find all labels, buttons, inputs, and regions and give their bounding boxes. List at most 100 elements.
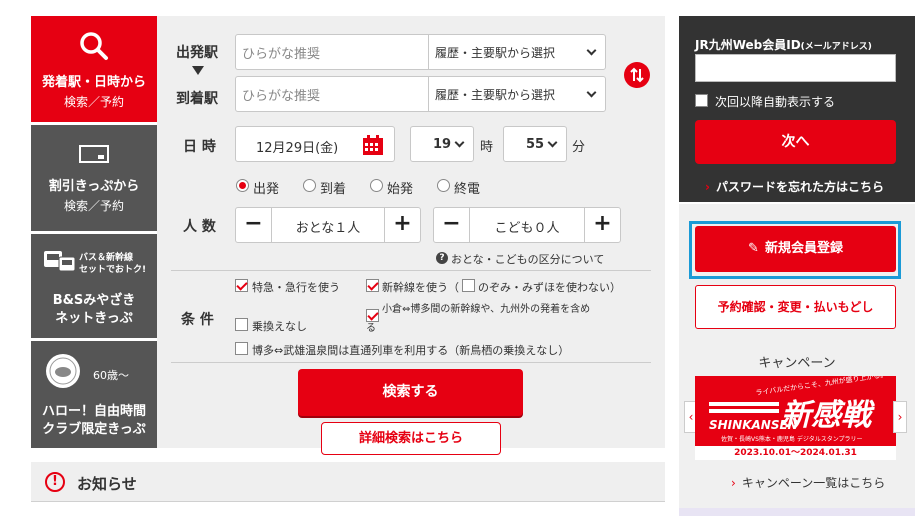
- tab-badge: 60歳〜: [93, 369, 129, 382]
- arrival-station-input[interactable]: ひらがな推奨: [235, 76, 429, 112]
- register-button[interactable]: ✎ 新規会員登録: [695, 226, 896, 272]
- member-id-input[interactable]: [695, 54, 896, 82]
- express-checkbox[interactable]: [235, 279, 248, 292]
- adult-counter: − おとな１人 +: [235, 207, 421, 243]
- tab-label-sub: ネットきっぷ: [55, 311, 133, 326]
- adult-plus-button[interactable]: +: [384, 208, 420, 242]
- chevron-down-icon: [454, 137, 465, 148]
- people-label: 人 数: [183, 219, 216, 235]
- arrival-station-select[interactable]: 履歴・主要駅から選択: [428, 76, 606, 112]
- campaign-list-text: キャンペーン一覧はこちら: [741, 476, 886, 490]
- child-counter: − こども０人 +: [433, 207, 621, 243]
- kokura-label-cont: る: [366, 323, 376, 334]
- date-picker[interactable]: 12月29日(金): [235, 126, 395, 162]
- arrow-down-icon: [192, 66, 204, 75]
- banner-stripe: [709, 409, 779, 413]
- tab-label-main: 発着駅・日時から: [41, 75, 146, 90]
- banner-dates: 2023.10.01〜2024.01.31: [695, 446, 896, 460]
- tab-discount-ticket[interactable]: 割引きっぷから 検索／予約: [31, 125, 157, 231]
- banner-en: SHINKANSEN: [709, 418, 798, 432]
- tab-label-sub: クラブ限定きっぷ: [42, 422, 146, 437]
- tab-label-main: 割引きっぷから: [48, 179, 140, 194]
- radio-first-train[interactable]: [370, 179, 383, 192]
- shinkansen-label: 新幹線を使う（: [382, 281, 459, 294]
- no-nozomi-checkbox[interactable]: [462, 279, 475, 292]
- minute-select[interactable]: 55: [503, 126, 567, 162]
- takeo-direct-checkbox[interactable]: [235, 342, 248, 355]
- forgot-password-link[interactable]: › パスワードを忘れた方はこちら: [705, 178, 884, 195]
- campaign-next-button[interactable]: ›: [893, 401, 907, 433]
- campaign-heading: キャンペーン: [758, 356, 836, 371]
- hour-unit: 時: [480, 140, 494, 155]
- banner-stripe: [709, 402, 779, 406]
- member-id-sub: (メールアドレス): [800, 42, 872, 52]
- register-label: 新規会員登録: [764, 241, 843, 256]
- chevron-down-icon: [586, 45, 597, 56]
- ticket-icon: [79, 145, 109, 163]
- help-icon: ?: [436, 252, 448, 264]
- select-label: 履歴・主要駅から選択: [435, 46, 556, 60]
- no-transfer-checkbox[interactable]: [235, 318, 248, 331]
- chevron-down-icon: [586, 87, 597, 98]
- no-transfer-label: 乗換えなし: [252, 320, 307, 333]
- tab-badge: セットでおトク!: [79, 265, 147, 275]
- radio-last-train[interactable]: [437, 179, 450, 192]
- chevron-right-icon: ›: [731, 476, 736, 490]
- swap-stations-button[interactable]: [624, 62, 650, 88]
- tab-label-sub: 検索／予約: [63, 95, 124, 109]
- minute-value: 55: [526, 137, 545, 152]
- hour-select[interactable]: 19: [410, 126, 474, 162]
- radio-label: 到着: [320, 182, 347, 197]
- conditions-label: 条 件: [181, 312, 214, 328]
- divider: [171, 362, 651, 363]
- express-label: 特急・急行を使う: [252, 281, 340, 294]
- forgot-password-text: パスワードを忘れた方はこちら: [715, 180, 884, 194]
- pencil-icon: ✎: [748, 241, 759, 256]
- tab-bs-miyazaki[interactable]: バス＆新幹線 セットでおトク! B&Sみやざき ネットきっぷ: [31, 234, 157, 338]
- tab-station-datetime-search[interactable]: 発着駅・日時から 検索／予約: [31, 16, 157, 122]
- arrival-placeholder: ひらがな推奨: [242, 89, 321, 104]
- tab-label-main: B&Sみやざき: [52, 293, 136, 308]
- takeo-direct-label: 博多⇔武雄温泉間は直通列車を利用する（新鳥栖の乗換えなし）: [252, 344, 570, 357]
- hour-value: 19: [433, 137, 452, 152]
- departure-label: 出発駅: [176, 45, 218, 61]
- divider: [171, 270, 651, 271]
- campaign-banner[interactable]: ライバルだからこそ、九州が盛り上がる。 新感戦 SHINKANSEN 佐賀・長崎…: [695, 376, 896, 460]
- member-id-title: JR九州Web会員ID: [695, 38, 801, 52]
- departure-station-input[interactable]: ひらがな推奨: [235, 34, 429, 70]
- datetime-label: 日 時: [183, 139, 216, 155]
- people-help-link[interactable]: おとな・こどもの区分について: [451, 251, 604, 267]
- no-nozomi-label: のぞみ・みずほを使わない）: [478, 281, 621, 294]
- notice-bar: ! お知らせ: [31, 462, 665, 502]
- child-minus-button[interactable]: −: [434, 208, 470, 242]
- select-label: 履歴・主要駅から選択: [435, 88, 556, 102]
- minute-unit: 分: [572, 140, 586, 155]
- shinkansen-checkbox[interactable]: [366, 279, 379, 292]
- radio-label: 出発: [253, 182, 280, 197]
- departure-station-select[interactable]: 履歴・主要駅から選択: [428, 34, 606, 70]
- swap-icon: [630, 67, 644, 83]
- tab-label-main: ハロー！自由時間: [41, 404, 146, 419]
- child-plus-button[interactable]: +: [584, 208, 620, 242]
- member-panel: ✎ 新規会員登録 予約確認・変更・払いもどし キャンペーン ‹ ライバルだからこそ…: [679, 204, 915, 516]
- departure-placeholder: ひらがな推奨: [242, 47, 321, 62]
- child-count: こども０人: [494, 221, 560, 236]
- campaign-list-link[interactable]: › キャンペーン一覧はこちら: [731, 474, 885, 491]
- search-icon: [80, 32, 108, 60]
- chevron-right-icon: ›: [705, 180, 710, 194]
- adult-minus-button[interactable]: −: [236, 208, 272, 242]
- reservation-button[interactable]: 予約確認・変更・払いもどし: [695, 285, 896, 329]
- search-button[interactable]: 検索する: [298, 369, 523, 416]
- next-button[interactable]: 次へ: [695, 120, 896, 164]
- calendar-icon[interactable]: [362, 134, 384, 156]
- auto-show-checkbox[interactable]: [695, 94, 708, 107]
- tab-label-sub: 検索／予約: [63, 199, 124, 213]
- radio-departure[interactable]: [236, 179, 249, 192]
- adult-count: おとな１人: [295, 221, 361, 236]
- radio-arrival[interactable]: [303, 179, 316, 192]
- radio-label: 始発: [387, 182, 414, 197]
- arrival-label: 到着駅: [176, 91, 218, 107]
- detail-search-button[interactable]: 詳細検索はこちら: [321, 422, 501, 455]
- club-logo-icon: [46, 354, 80, 388]
- tab-hello-club[interactable]: 60歳〜 ハロー！自由時間 クラブ限定きっぷ: [31, 341, 157, 448]
